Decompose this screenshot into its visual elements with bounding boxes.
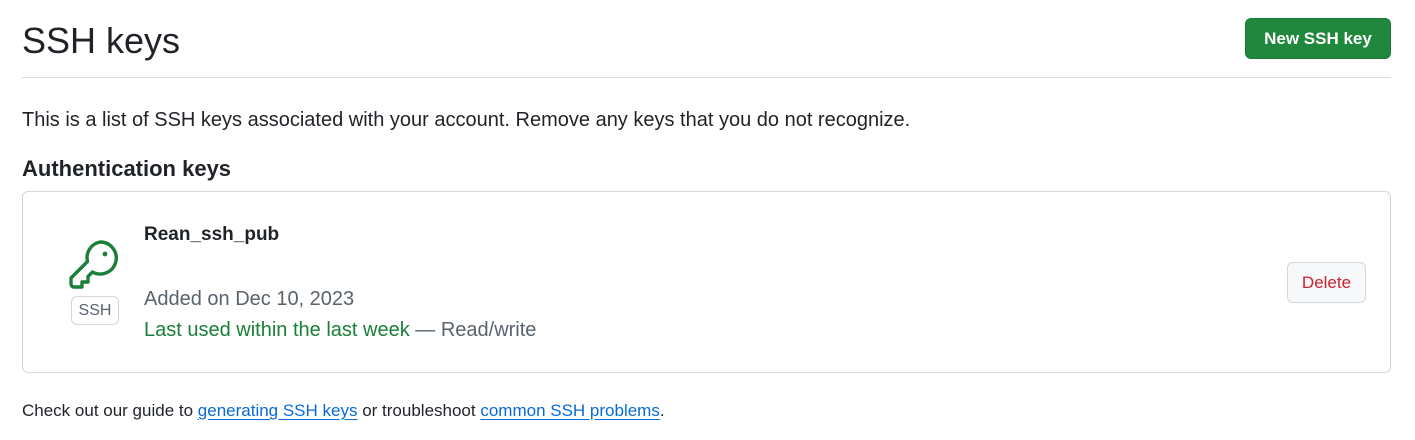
key-title: Rean_ssh_pub <box>144 224 280 245</box>
key-last-used: Last used within the last week <box>144 319 410 341</box>
delete-key-button[interactable]: Delete <box>1287 262 1366 303</box>
generating-ssh-keys-link[interactable]: generating SSH keys <box>198 401 358 420</box>
footer-prefix: Check out our guide to <box>22 401 198 420</box>
ssh-keys-page: SSH keys New SSH key This is a list of S… <box>0 0 1415 440</box>
ssh-type-badge: SSH <box>71 296 119 325</box>
key-icon <box>69 240 118 289</box>
new-ssh-key-button[interactable]: New SSH key <box>1245 18 1391 59</box>
section-title-authentication-keys: Authentication keys <box>22 156 232 181</box>
intro-text: This is a list of SSH keys associated wi… <box>22 109 911 131</box>
page-header: SSH keys New SSH key <box>22 0 1391 78</box>
footer-help-text: Check out our guide to generating SSH ke… <box>22 399 665 423</box>
page-title: SSH keys <box>22 20 181 61</box>
key-usage-separator: — <box>409 319 441 341</box>
footer-suffix: . <box>659 401 665 420</box>
ssh-key-list-item: SSH Rean_ssh_pub Added on Dec 10, 2023 L… <box>22 191 1391 373</box>
footer-middle: or troubleshoot <box>357 401 481 420</box>
key-usage: Last used within the last week — Read/wr… <box>144 317 536 343</box>
key-added-date: Added on Dec 10, 2023 <box>144 288 355 310</box>
key-access-level: Read/write <box>440 319 537 341</box>
common-ssh-problems-link[interactable]: common SSH problems <box>480 401 660 420</box>
